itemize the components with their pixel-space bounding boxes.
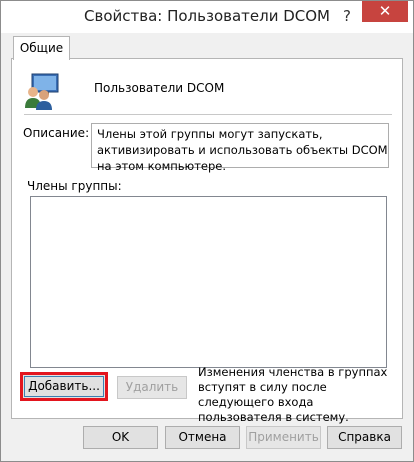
title-bar[interactable]: Свойства: Пользователи DCOM ? ✕ <box>1 1 413 33</box>
add-button-label: Добавить... <box>24 376 104 397</box>
users-group-icon <box>22 72 64 110</box>
tab-strip: Общие <box>9 36 405 60</box>
help-button[interactable]: Справка <box>327 426 402 449</box>
description-field[interactable]: Члены этой группы могут запускать, актив… <box>91 123 389 173</box>
description-label: Описание: <box>23 126 90 140</box>
properties-dialog: Свойства: Пользователи DCOM ? ✕ Общие По… <box>0 0 414 462</box>
apply-button[interactable]: Применить <box>246 426 321 449</box>
membership-note: Изменения членства в группах вступят в с… <box>198 365 388 424</box>
help-title-button[interactable]: ? <box>337 6 357 26</box>
add-button[interactable]: Добавить... <box>20 372 108 401</box>
ok-button[interactable]: OK <box>83 426 158 449</box>
separator <box>24 114 392 115</box>
group-name: Пользователи DCOM <box>94 81 225 95</box>
remove-button[interactable]: Удалить <box>117 376 187 399</box>
members-label: Члены группы: <box>27 179 122 193</box>
members-list[interactable] <box>30 196 387 368</box>
cancel-button[interactable]: Отмена <box>165 426 240 449</box>
close-button[interactable]: ✕ <box>362 1 408 22</box>
general-tab-panel: Пользователи DCOM Описание: Члены этой г… <box>11 58 403 424</box>
tab-general[interactable]: Общие <box>13 36 70 60</box>
